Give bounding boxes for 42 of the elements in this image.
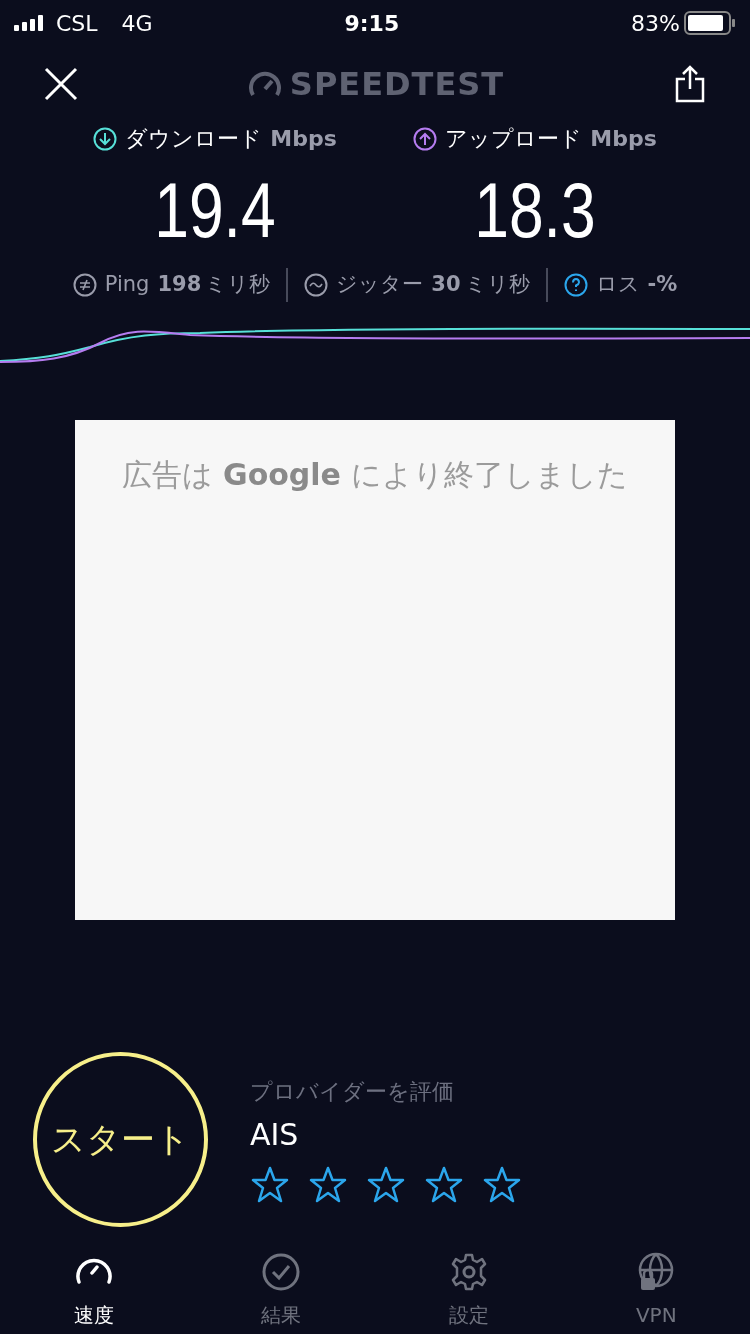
battery-icon xyxy=(684,11,736,35)
star-icon[interactable] xyxy=(424,1164,464,1205)
speed-value: 18.3 xyxy=(474,171,596,249)
ad-message: 広告は Google により終了しました xyxy=(121,456,629,494)
star-icon[interactable] xyxy=(250,1164,290,1205)
status-time: 9:15 xyxy=(343,9,401,38)
close-icon[interactable] xyxy=(44,67,78,101)
rating-prompt: プロバイダーを評価 xyxy=(250,1077,455,1106)
jitter-unit: ミリ秒 xyxy=(464,271,530,299)
battery-percent: 83% xyxy=(631,9,680,38)
check-circle-icon xyxy=(261,1252,302,1292)
network-type: 4G xyxy=(121,9,153,38)
download-label: ダウンロード xyxy=(125,125,263,153)
upload-icon xyxy=(413,126,438,151)
tab-button[interactable]: 速度 xyxy=(33,1251,154,1331)
star-icon[interactable] xyxy=(308,1164,348,1205)
ping-value: 198 xyxy=(157,271,202,299)
unit-label: Mbps xyxy=(590,125,657,153)
help-icon xyxy=(563,273,588,297)
star-icon[interactable] xyxy=(482,1164,522,1205)
carrier-name: CSL xyxy=(56,9,98,38)
loss-label: ロス xyxy=(595,271,640,299)
wave-icon xyxy=(304,273,329,297)
unit-label: Mbps xyxy=(270,125,337,153)
ping-label: Ping xyxy=(104,271,150,299)
gauge-icon xyxy=(247,69,282,99)
tab-button[interactable]: VPN xyxy=(596,1251,717,1331)
tab-button[interactable]: 結果 xyxy=(221,1251,342,1331)
ping-unit: ミリ秒 xyxy=(205,271,271,299)
upload-label: アップロード xyxy=(445,125,583,153)
jitter-value: 30 xyxy=(431,271,461,299)
jitter-label: ジッター xyxy=(336,271,424,299)
loss-value: -% xyxy=(647,271,678,299)
tab-button[interactable]: 設定 xyxy=(408,1251,529,1331)
start-button[interactable]: スタート xyxy=(33,1052,208,1227)
share-icon[interactable] xyxy=(674,65,706,103)
download-icon xyxy=(93,126,118,151)
provider-name: AIS xyxy=(250,1115,300,1154)
speed-value: 19.4 xyxy=(154,171,276,249)
ping-icon xyxy=(72,273,97,297)
speedtest-logo: SPEEDTEST xyxy=(289,64,505,105)
star-icon[interactable] xyxy=(366,1164,406,1205)
